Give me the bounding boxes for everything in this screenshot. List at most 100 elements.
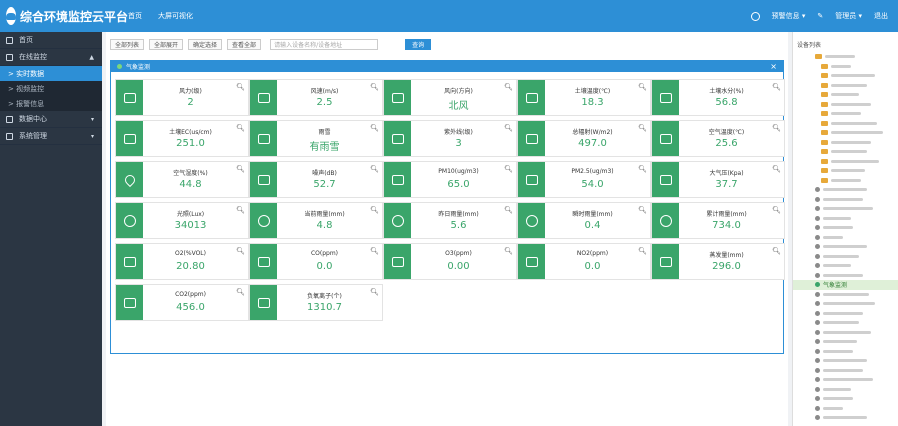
sensor-card[interactable]: 空气湿度(%) 44.8 🔍︎ xyxy=(115,161,249,198)
search-icon[interactable]: 🔍︎ xyxy=(772,247,781,255)
search-icon[interactable]: 🔍︎ xyxy=(638,83,647,91)
tree-node[interactable] xyxy=(793,394,898,404)
close-icon[interactable]: × xyxy=(770,62,777,71)
tree-node[interactable] xyxy=(793,195,898,205)
sensor-card[interactable]: 土壤EC(us/cm) 251.0 🔍︎ xyxy=(115,120,249,157)
search-icon[interactable]: 🔍︎ xyxy=(236,288,245,296)
sidebar-subitem-realtime[interactable]: > 实时数据 xyxy=(0,66,102,81)
sensor-card[interactable]: 风速(m/s) 2.5 🔍︎ xyxy=(249,79,383,116)
search-icon[interactable]: 🔍︎ xyxy=(370,124,379,132)
sensor-card[interactable]: 昨日雨量(mm) 5.6 🔍︎ xyxy=(383,202,517,239)
tree-node[interactable] xyxy=(793,109,898,119)
tree-node[interactable] xyxy=(793,100,898,110)
search-icon[interactable]: 🔍︎ xyxy=(772,83,781,91)
search-icon[interactable]: 🔍︎ xyxy=(504,206,513,214)
search-icon[interactable]: 🔍︎ xyxy=(370,206,379,214)
search-icon[interactable]: 🔍︎ xyxy=(236,124,245,132)
search-icon[interactable]: 🔍︎ xyxy=(638,124,647,132)
tree-node[interactable] xyxy=(793,328,898,338)
search-icon[interactable]: 🔍︎ xyxy=(370,165,379,173)
nav-link-home[interactable]: 首页 xyxy=(128,11,142,21)
sensor-card[interactable]: 负氧离子(个) 1310.7 🔍︎ xyxy=(249,284,383,321)
search-icon[interactable]: 🔍︎ xyxy=(504,165,513,173)
search-icon[interactable]: 🔍︎ xyxy=(638,247,647,255)
sidebar-item-system[interactable]: 系统管理 ▾ xyxy=(0,128,102,145)
search-icon[interactable]: 🔍︎ xyxy=(236,247,245,255)
search-button[interactable]: 查询 xyxy=(405,38,432,50)
tree-node[interactable] xyxy=(793,252,898,262)
tree-node[interactable] xyxy=(793,81,898,91)
search-icon[interactable]: 🔍︎ xyxy=(370,83,379,91)
sensor-card[interactable]: 空气温度(℃) 25.6 🔍︎ xyxy=(651,120,785,157)
tree-node[interactable] xyxy=(793,138,898,148)
sidebar-subitem-video[interactable]: > 视频监控 xyxy=(0,81,102,96)
list-all-button[interactable]: 全部列表 xyxy=(110,38,145,50)
tree-node[interactable] xyxy=(793,299,898,309)
search-icon[interactable]: 🔍︎ xyxy=(370,247,379,255)
search-icon[interactable]: 🔍︎ xyxy=(772,124,781,132)
sensor-card[interactable]: 风力(级) 2 🔍︎ xyxy=(115,79,249,116)
tree-node-selected[interactable]: 气象监测 xyxy=(793,280,898,290)
search-icon[interactable]: 🔍︎ xyxy=(236,83,245,91)
tree-node[interactable] xyxy=(793,62,898,72)
tree-node[interactable] xyxy=(793,147,898,157)
sensor-card[interactable]: CO2(ppm) 456.0 🔍︎ xyxy=(115,284,249,321)
search-icon[interactable]: 🔍︎ xyxy=(236,165,245,173)
search-icon[interactable]: 🔍︎ xyxy=(504,247,513,255)
sensor-card[interactable]: 雨雪 有雨雪 🔍︎ xyxy=(249,120,383,157)
sensor-card[interactable]: 土壤水分(%) 56.8 🔍︎ xyxy=(651,79,785,116)
tree-node[interactable] xyxy=(793,185,898,195)
search-input[interactable]: 请输入设备名称/设备地址 xyxy=(270,38,379,50)
tree-node[interactable] xyxy=(793,119,898,129)
sensor-card[interactable]: CO(ppm) 0.0 🔍︎ xyxy=(249,243,383,280)
sidebar-item-data-center[interactable]: 数据中心 ▾ xyxy=(0,111,102,128)
sidebar-item-online-monitor[interactable]: 在线监控 ▲ xyxy=(0,49,102,66)
tree-node[interactable] xyxy=(793,309,898,319)
confirm-select-button[interactable]: 确定选择 xyxy=(188,38,223,50)
tree-node[interactable] xyxy=(793,347,898,357)
search-icon[interactable]: 🔍︎ xyxy=(370,288,379,296)
tree-node[interactable] xyxy=(793,128,898,138)
tree-node[interactable] xyxy=(793,356,898,366)
tree-node[interactable] xyxy=(793,261,898,271)
search-icon[interactable]: 🔍︎ xyxy=(638,165,647,173)
refresh-icon[interactable] xyxy=(750,11,760,21)
sensor-card[interactable]: O2(%VOL) 20.80 🔍︎ xyxy=(115,243,249,280)
search-icon[interactable]: 🔍︎ xyxy=(772,206,781,214)
tree-node[interactable] xyxy=(793,337,898,347)
sensor-card[interactable]: NO2(ppm) 0.0 🔍︎ xyxy=(517,243,651,280)
user-icon[interactable]: ✎ xyxy=(817,12,823,20)
sensor-card[interactable]: 蒸发量(mm) 296.0 🔍︎ xyxy=(651,243,785,280)
tree-node[interactable] xyxy=(793,233,898,243)
tree-node[interactable] xyxy=(793,176,898,186)
tree-node[interactable] xyxy=(793,375,898,385)
tree-node[interactable] xyxy=(793,71,898,81)
sensor-card[interactable]: 土壤温度(℃) 18.3 🔍︎ xyxy=(517,79,651,116)
search-icon[interactable]: 🔍︎ xyxy=(504,83,513,91)
tree-node[interactable] xyxy=(793,166,898,176)
sensor-card[interactable]: PM10(ug/m3) 65.0 🔍︎ xyxy=(383,161,517,198)
tree-node[interactable] xyxy=(793,271,898,281)
expand-all-button[interactable]: 全部展开 xyxy=(149,38,184,50)
sensor-card[interactable]: PM2.5(ug/m3) 54.0 🔍︎ xyxy=(517,161,651,198)
tree-node[interactable] xyxy=(793,318,898,328)
sensor-card[interactable]: 光照(Lux) 34013 🔍︎ xyxy=(115,202,249,239)
sensor-card[interactable]: 紫外线(级) 3 🔍︎ xyxy=(383,120,517,157)
tree-node[interactable] xyxy=(793,404,898,414)
alarm-menu[interactable]: 预警信息 ▾ xyxy=(772,11,806,21)
tree-node[interactable] xyxy=(793,52,898,62)
search-icon[interactable]: 🔍︎ xyxy=(236,206,245,214)
sensor-card[interactable]: 大气压(Kpa) 37.7 🔍︎ xyxy=(651,161,785,198)
sensor-card[interactable]: 瞬时雨量(mm) 0.4 🔍︎ xyxy=(517,202,651,239)
sensor-card[interactable]: 噪声(dB) 52.7 🔍︎ xyxy=(249,161,383,198)
nav-link-bigscreen[interactable]: 大屏可视化 xyxy=(158,11,193,21)
tree-node[interactable] xyxy=(793,204,898,214)
tree-node[interactable] xyxy=(793,385,898,395)
tree-node[interactable] xyxy=(793,223,898,233)
sensor-card[interactable]: 累计雨量(mm) 734.0 🔍︎ xyxy=(651,202,785,239)
sensor-card[interactable]: O3(ppm) 0.00 🔍︎ xyxy=(383,243,517,280)
tree-node[interactable] xyxy=(793,413,898,423)
tree-node[interactable] xyxy=(793,157,898,167)
sensor-card[interactable]: 总辐射(W/m2) 497.0 🔍︎ xyxy=(517,120,651,157)
search-icon[interactable]: 🔍︎ xyxy=(772,165,781,173)
